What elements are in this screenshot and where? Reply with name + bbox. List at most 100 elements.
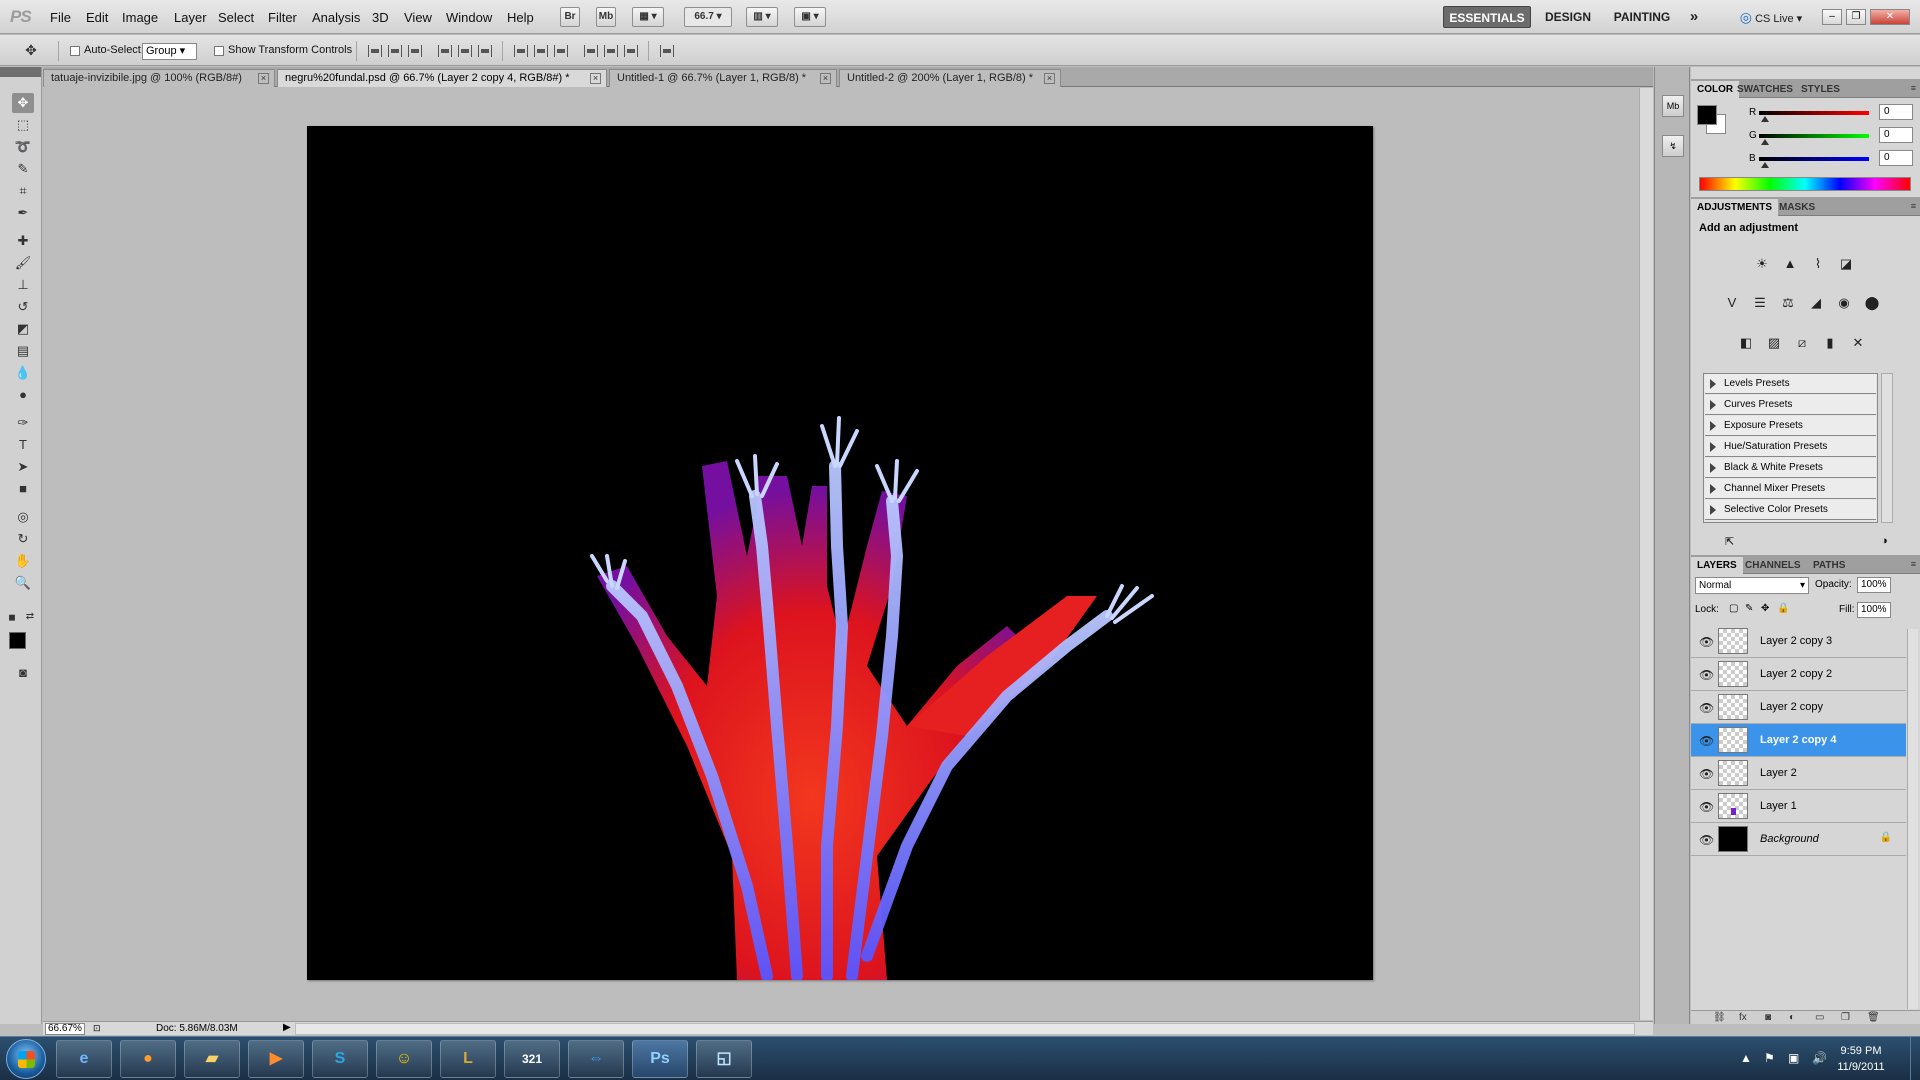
- tools-panel-header[interactable]: [0, 67, 41, 77]
- auto-select-dropdown[interactable]: Group ▾: [142, 43, 197, 60]
- brush-tool-icon[interactable]: 🖌: [12, 253, 34, 273]
- type-tool-icon[interactable]: T: [12, 435, 34, 455]
- menu-image[interactable]: Image: [122, 10, 158, 25]
- yahoo-messenger-icon[interactable]: ☺: [376, 1040, 432, 1078]
- visibility-eye-icon[interactable]: 👁: [1699, 635, 1714, 649]
- return-to-list-icon[interactable]: ⇱: [1725, 535, 1734, 548]
- menu-window[interactable]: Window: [446, 10, 492, 25]
- photoshop-taskbar-icon[interactable]: Ps: [632, 1040, 688, 1078]
- history-panel-icon[interactable]: ↯: [1662, 135, 1684, 157]
- status-menu-arrow-icon[interactable]: ▶: [283, 1022, 291, 1033]
- menu-file[interactable]: File: [50, 10, 71, 25]
- distribute-hcenter-icon[interactable]: [604, 45, 618, 57]
- foreground-color-swatch[interactable]: [1697, 105, 1717, 125]
- lock-position-icon[interactable]: ✥: [1761, 603, 1769, 614]
- hand-tool-icon[interactable]: ✋: [12, 551, 34, 571]
- lock-transparency-icon[interactable]: ▢: [1729, 603, 1738, 614]
- blue-slider[interactable]: [1759, 157, 1869, 161]
- close-tab-icon[interactable]: ×: [258, 73, 269, 84]
- black-white-icon[interactable]: ◢: [1805, 293, 1827, 313]
- new-group-icon[interactable]: ▭: [1815, 1012, 1824, 1023]
- menu-edit[interactable]: Edit: [86, 10, 108, 25]
- exposure-icon[interactable]: ◪: [1835, 254, 1857, 274]
- layer-row[interactable]: 👁 Layer 2 copy 3: [1691, 625, 1906, 658]
- layer-row[interactable]: 👁 Layer 1: [1691, 790, 1906, 823]
- align-hcenter-icon[interactable]: [458, 45, 472, 57]
- visibility-eye-icon[interactable]: 👁: [1699, 734, 1714, 748]
- teamviewer-icon[interactable]: ⇔: [568, 1040, 624, 1078]
- presets-scrollbar[interactable]: [1881, 373, 1893, 523]
- zoom-level-dropdown[interactable]: 66.7 ▾: [684, 7, 732, 27]
- zoom-field[interactable]: 66.67%: [45, 1023, 85, 1035]
- panel-menu-icon[interactable]: ≡: [1911, 201, 1916, 211]
- tab-channels[interactable]: CHANNELS: [1739, 557, 1807, 574]
- tab-swatches[interactable]: SWATCHES: [1731, 81, 1799, 98]
- blur-tool-icon[interactable]: 💧: [12, 363, 34, 383]
- curves-icon[interactable]: ⌇: [1807, 254, 1829, 274]
- status-info-icon[interactable]: ⊡: [93, 1023, 101, 1034]
- show-desktop-button[interactable]: [1910, 1037, 1920, 1080]
- distribute-right-icon[interactable]: [624, 45, 638, 57]
- gradient-tool-icon[interactable]: ▤: [12, 341, 34, 361]
- dodge-tool-icon[interactable]: ●: [12, 385, 34, 405]
- history-brush-tool-icon[interactable]: ↺: [12, 297, 34, 317]
- hue-saturation-icon[interactable]: ☰: [1749, 293, 1771, 313]
- workspace-essentials[interactable]: ESSENTIALS: [1443, 6, 1531, 28]
- media-player-icon[interactable]: ▶: [248, 1040, 304, 1078]
- preset-channel-mixer[interactable]: Channel Mixer Presets: [1705, 479, 1876, 499]
- swap-colors-icon[interactable]: ⇄: [24, 607, 36, 627]
- more-workspaces-button[interactable]: »: [1684, 6, 1704, 28]
- align-right-icon[interactable]: [478, 45, 492, 57]
- tab-paths[interactable]: PATHS: [1807, 557, 1851, 574]
- auto-align-layers-icon[interactable]: [660, 45, 674, 57]
- tab-tatuaje-invizibile[interactable]: tatuaje-invizibile.jpg @ 100% (RGB/8#) ×: [43, 69, 275, 87]
- healing-brush-tool-icon[interactable]: ✚: [12, 231, 34, 251]
- preset-selective-color[interactable]: Selective Color Presets: [1705, 500, 1876, 520]
- preset-curves[interactable]: Curves Presets: [1705, 395, 1876, 415]
- menu-analysis[interactable]: Analysis: [312, 10, 360, 25]
- view-extras-button[interactable]: ▦ ▾: [632, 7, 664, 27]
- red-slider[interactable]: [1759, 111, 1869, 115]
- start-button[interactable]: [6, 1039, 46, 1079]
- new-layer-icon[interactable]: ❐: [1841, 1012, 1850, 1023]
- distribute-vcenter-icon[interactable]: [534, 45, 548, 57]
- preset-black-white[interactable]: Black & White Presets: [1705, 458, 1876, 478]
- zoom-tool-icon[interactable]: 🔍: [12, 573, 34, 593]
- workspace-painting[interactable]: PAINTING: [1608, 6, 1676, 28]
- 3d-rotate-tool-icon[interactable]: ◎: [12, 507, 34, 527]
- canvas-vertical-scrollbar[interactable]: [1639, 88, 1653, 1020]
- preset-exposure[interactable]: Exposure Presets: [1705, 416, 1876, 436]
- menu-layer[interactable]: Layer: [174, 10, 207, 25]
- new-adjustment-layer-icon[interactable]: ◐: [1789, 1012, 1795, 1023]
- align-top-icon[interactable]: [368, 45, 382, 57]
- delete-layer-icon[interactable]: 🗑: [1867, 1012, 1880, 1023]
- menu-3d[interactable]: 3D: [372, 10, 389, 25]
- internet-explorer-icon[interactable]: e: [56, 1040, 112, 1078]
- menu-filter[interactable]: Filter: [268, 10, 297, 25]
- marquee-tool-icon[interactable]: ⬚: [12, 115, 34, 135]
- canvas-horizontal-scrollbar[interactable]: [295, 1023, 1635, 1035]
- foreground-color-swatch[interactable]: [9, 632, 26, 649]
- red-slider-thumb[interactable]: [1761, 116, 1769, 122]
- visibility-eye-icon[interactable]: 👁: [1699, 833, 1714, 847]
- selective-color-icon[interactable]: ✕: [1847, 333, 1869, 353]
- tab-styles[interactable]: STYLES: [1795, 81, 1846, 98]
- firefox-icon[interactable]: ●: [120, 1040, 176, 1078]
- path-selection-tool-icon[interactable]: ➤: [12, 457, 34, 477]
- menu-select[interactable]: Select: [218, 10, 254, 25]
- panel-menu-icon[interactable]: ≡: [1911, 83, 1916, 93]
- blue-slider-thumb[interactable]: [1761, 162, 1769, 168]
- brightness-contrast-icon[interactable]: ☀: [1751, 254, 1773, 274]
- add-mask-icon[interactable]: ◙: [1765, 1012, 1771, 1023]
- menu-help[interactable]: Help: [507, 10, 534, 25]
- distribute-bottom-icon[interactable]: [554, 45, 568, 57]
- align-left-icon[interactable]: [438, 45, 452, 57]
- mini-bridge-button[interactable]: Mb: [596, 7, 616, 27]
- distribute-top-icon[interactable]: [514, 45, 528, 57]
- panel-menu-icon[interactable]: ≡: [1911, 559, 1916, 569]
- move-tool-icon[interactable]: ✥: [12, 93, 34, 113]
- gradient-map-icon[interactable]: ▮: [1819, 333, 1841, 353]
- show-hidden-icons-icon[interactable]: ▲: [1740, 1051, 1752, 1065]
- green-value-field[interactable]: 0: [1879, 127, 1913, 143]
- posterize-icon[interactable]: ▨: [1763, 333, 1785, 353]
